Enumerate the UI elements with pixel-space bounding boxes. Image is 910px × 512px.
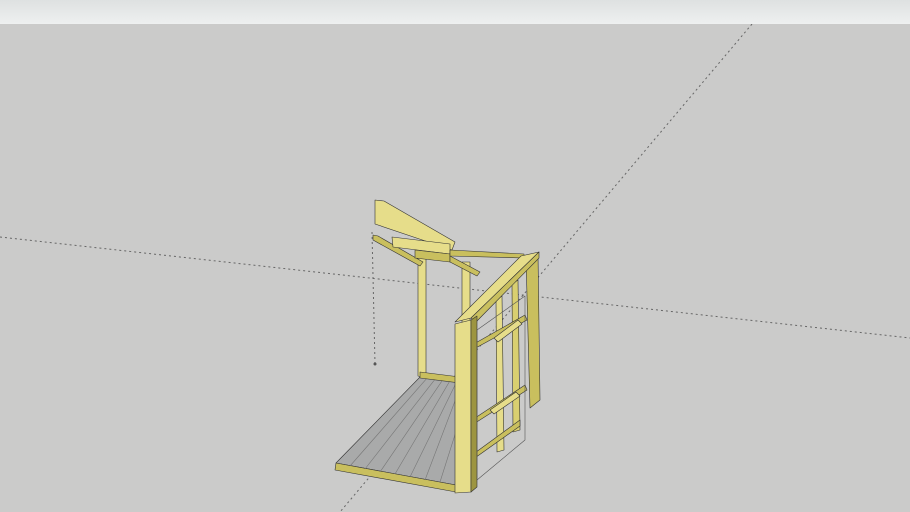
shed-frame-model bbox=[334, 199, 541, 494]
3d-viewport[interactable] bbox=[0, 24, 910, 512]
axis-blue bbox=[371, 231, 376, 365]
axis-point bbox=[373, 362, 377, 366]
front-post bbox=[454, 319, 472, 494]
toolbar-strip bbox=[0, 0, 910, 24]
model-canvas[interactable] bbox=[0, 24, 910, 512]
